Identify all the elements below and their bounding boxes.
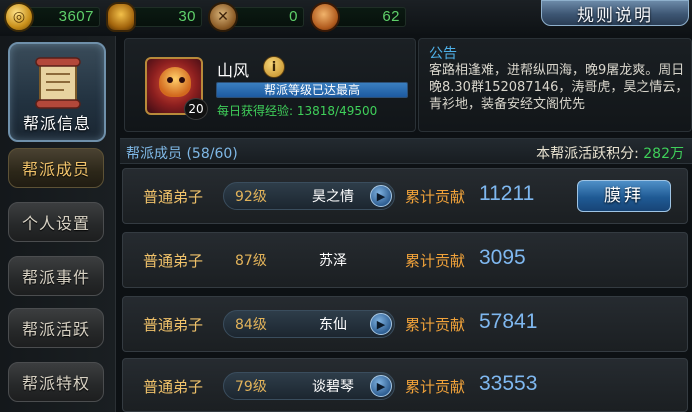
- activity-score-value: 282万: [643, 146, 684, 162]
- members-header: 帮派成员 (58/60) 本帮派活跃积分: 282万: [120, 138, 692, 164]
- gold-coin-icon: ◎: [4, 2, 34, 32]
- contribution-label: 累计贡献: [405, 188, 466, 206]
- helmet-resource: 30: [106, 2, 202, 32]
- gold-value: 3607: [58, 8, 94, 25]
- member-level: 92级: [235, 189, 267, 205]
- notice-title: 公告: [429, 46, 457, 62]
- sidebar-item-privileges[interactable]: 帮派特权: [8, 362, 104, 402]
- scroll-resource: 62: [310, 2, 406, 32]
- sidebar-item-personal-settings[interactable]: 个人设置: [8, 202, 104, 242]
- contribution-value: 57841: [479, 310, 538, 333]
- guild-level-badge: 20: [184, 98, 208, 120]
- notice-panel: 公告 客路相逢难，进帮纵四海，晚9屠龙爽。周日晚8.30群152087146，涛…: [418, 38, 692, 132]
- member-rank: 普通弟子: [143, 252, 204, 270]
- gold-resource: ◎ 3607: [4, 2, 100, 32]
- member-level: 84级: [235, 317, 267, 333]
- member-name: 昊之情: [312, 189, 354, 205]
- scroll-token-value: 62: [382, 8, 400, 25]
- member-row[interactable]: 普通弟子 87级 苏泽 累计贡献 3095: [122, 232, 688, 288]
- member-name: 东仙: [319, 317, 347, 333]
- guild-info-panel: 20 山风 i 帮派等级已达最高 每日获得经验: 13818/49500: [124, 38, 416, 132]
- activity-score-label: 本帮派活跃积分:: [536, 146, 639, 162]
- info-icon[interactable]: i: [263, 56, 285, 78]
- worship-button[interactable]: 膜拜: [577, 180, 671, 212]
- scroll-icon: [35, 57, 81, 109]
- resource-bar: ◎ 3607 30 ✕ 0 62 规则说明: [0, 0, 692, 34]
- member-name: 苏泽: [319, 253, 347, 269]
- member-rank: 普通弟子: [143, 378, 204, 396]
- daily-exp: 每日获得经验: 13818/49500: [217, 104, 378, 118]
- medal-resource: ✕ 0: [208, 2, 304, 32]
- contribution-label: 累计贡献: [405, 316, 466, 334]
- notice-text: 客路相逢难，进帮纵四海，晚9屠龙爽。周日晚8.30群152087146，涛哥虎，…: [429, 63, 689, 112]
- sidebar-item-members[interactable]: 帮派成员: [8, 148, 104, 188]
- contribution-value: 33553: [479, 372, 538, 395]
- medal-value: 0: [289, 8, 298, 25]
- activity-score: 本帮派活跃积分: 282万: [536, 143, 684, 163]
- member-name: 谈碧琴: [312, 379, 354, 395]
- members-count: 帮派成员 (58/60): [126, 146, 238, 162]
- guild-name: 山风: [217, 61, 250, 80]
- contribution-value: 3095: [479, 246, 526, 269]
- guild-level-bar: 帮派等级已达最高: [216, 82, 408, 98]
- contribution-label: 累计贡献: [405, 252, 466, 270]
- scroll-token-icon: [310, 2, 340, 32]
- member-row[interactable]: 普通弟子 92级 昊之情 ▶ 累计贡献 11211 膜拜: [122, 168, 688, 224]
- sidebar-item-activity[interactable]: 帮派活跃: [8, 308, 104, 348]
- play-arrow-icon[interactable]: ▶: [370, 185, 392, 207]
- member-rank: 普通弟子: [143, 188, 204, 206]
- play-arrow-icon[interactable]: ▶: [370, 375, 392, 397]
- sidebar-item-events[interactable]: 帮派事件: [8, 256, 104, 296]
- member-row[interactable]: 普通弟子 84级 东仙 ▶ 累计贡献 57841: [122, 296, 688, 352]
- tab-guild-info[interactable]: 帮派信息: [8, 42, 106, 142]
- member-rank: 普通弟子: [143, 316, 204, 334]
- rules-button[interactable]: 规则说明: [541, 0, 689, 26]
- tab-guild-info-label: 帮派信息: [22, 114, 91, 133]
- member-level: 87级: [235, 253, 267, 269]
- member-level: 79级: [235, 379, 267, 395]
- member-row[interactable]: 普通弟子 79级 谈碧琴 ▶ 累计贡献 33553: [122, 358, 688, 412]
- contribution-label: 累计贡献: [405, 378, 466, 396]
- helmet-value: 30: [178, 8, 196, 25]
- play-arrow-icon[interactable]: ▶: [370, 313, 392, 335]
- contribution-value: 11211: [479, 182, 535, 205]
- helmet-icon: [106, 2, 136, 32]
- sidebar: 帮派信息 帮派成员 个人设置 帮派事件 帮派活跃 帮派特权: [0, 36, 116, 412]
- medal-icon: ✕: [208, 2, 238, 32]
